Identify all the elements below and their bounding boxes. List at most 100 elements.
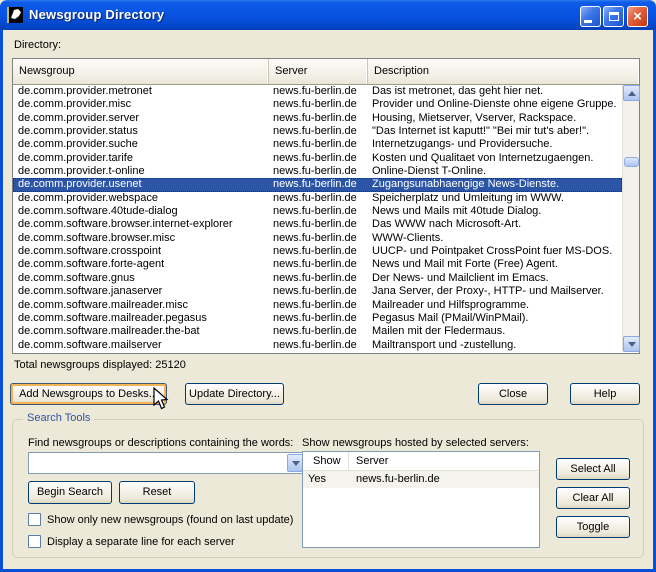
newsgroup-cell: de.comm.provider.t-online — [13, 165, 269, 178]
table-row[interactable]: de.comm.software.mailreader.pegasusnews.… — [13, 312, 622, 325]
description-cell: Pegasus Mail (PMail/WinPMail). — [368, 312, 622, 325]
maximize-button[interactable] — [603, 6, 624, 27]
scrollbar-thumb[interactable] — [624, 157, 639, 167]
server-rows: Yesnews.fu-berlin.de — [303, 471, 539, 488]
maximize-icon — [609, 12, 619, 21]
hosted-servers-label: Show newsgroups hosted by selected serve… — [302, 437, 529, 449]
newsgroup-cell: de.comm.provider.webspace — [13, 192, 269, 205]
help-button[interactable]: Help — [570, 383, 640, 405]
table-row[interactable]: de.comm.software.janaservernews.fu-berli… — [13, 285, 622, 298]
toggle-button[interactable]: Toggle — [556, 516, 630, 538]
table-row[interactable]: de.comm.provider.usenetnews.fu-berlin.de… — [13, 178, 622, 191]
search-words-combobox[interactable] — [28, 452, 306, 474]
table-row[interactable]: de.comm.provider.miscnews.fu-berlin.dePr… — [13, 98, 622, 111]
server-cell: news.fu-berlin.de — [269, 299, 368, 312]
description-cell: Online-Dienst T-Online. — [368, 165, 622, 178]
show-new-newsgroups-checkbox[interactable] — [28, 513, 41, 526]
show-new-newsgroups-label: Show only new newsgroups (found on last … — [47, 514, 293, 526]
table-row[interactable]: de.comm.provider.statusnews.fu-berlin.de… — [13, 125, 622, 138]
close-dialog-button[interactable]: Close — [478, 383, 548, 405]
server-cell: news.fu-berlin.de — [269, 312, 368, 325]
table-header: Newsgroup Server Description — [13, 59, 639, 85]
select-all-button[interactable]: Select All — [556, 458, 630, 480]
table-row[interactable]: de.comm.software.crosspointnews.fu-berli… — [13, 245, 622, 258]
newsgroup-cell: de.comm.software.mailreader.the-bat — [13, 325, 269, 338]
table-row[interactable]: de.comm.provider.tarifenews.fu-berlin.de… — [13, 152, 622, 165]
newsgroup-cell: de.comm.software.mailserver — [13, 339, 269, 352]
find-words-label: Find newsgroups or descriptions containi… — [28, 437, 293, 449]
table-row[interactable]: de.comm.software.mailservernews.fu-berli… — [13, 339, 622, 352]
server-cell: news.fu-berlin.de — [269, 125, 368, 138]
description-cell: Mailreader und Hilfsprogramme. — [368, 299, 622, 312]
titlebar[interactable]: Newsgroup Directory × — [0, 0, 656, 30]
column-header-server[interactable]: Server — [269, 59, 368, 84]
table-row[interactable]: de.comm.software.browser.miscnews.fu-ber… — [13, 232, 622, 245]
server-list[interactable]: Show Server Yesnews.fu-berlin.de — [302, 451, 540, 548]
scroll-down-button[interactable] — [623, 336, 640, 352]
table-row[interactable]: de.comm.software.40tude-dialognews.fu-be… — [13, 205, 622, 218]
scroll-up-icon — [628, 91, 636, 96]
newsgroup-cell: de.comm.provider.suche — [13, 138, 269, 151]
newsgroup-cell: de.comm.software.mailreader.pegasus — [13, 312, 269, 325]
minimize-button[interactable] — [580, 6, 601, 27]
newsgroup-cell: de.comm.software.janaserver — [13, 285, 269, 298]
scroll-down-icon — [628, 342, 636, 347]
newsgroup-cell: de.comm.software.crosspoint — [13, 245, 269, 258]
server-row[interactable]: Yesnews.fu-berlin.de — [303, 471, 539, 488]
scroll-up-button[interactable] — [623, 85, 640, 101]
reset-button[interactable]: Reset — [119, 481, 195, 504]
total-newsgroups-label: Total newsgroups displayed: 25120 — [14, 359, 186, 371]
clear-all-button[interactable]: Clear All — [556, 487, 630, 509]
newsgroup-cell: de.comm.software.forte-agent — [13, 258, 269, 271]
server-cell: news.fu-berlin.de — [269, 98, 368, 111]
table-row[interactable]: de.comm.provider.t-onlinenews.fu-berlin.… — [13, 165, 622, 178]
server-cell: news.fu-berlin.de — [269, 112, 368, 125]
update-directory-button[interactable]: Update Directory... — [185, 383, 284, 405]
newsgroup-cell: de.comm.provider.server — [13, 112, 269, 125]
column-header-description[interactable]: Description — [368, 59, 639, 84]
description-cell: News und Mails mit 40tude Dialog. — [368, 205, 622, 218]
server-cell: news.fu-berlin.de — [269, 272, 368, 285]
table-row[interactable]: de.comm.software.mailreader.the-batnews.… — [13, 325, 622, 338]
vertical-scrollbar[interactable] — [622, 85, 639, 352]
add-newsgroups-button[interactable]: Add Newsgroups to Desks... — [10, 383, 167, 405]
newsgroup-cell: de.comm.provider.usenet — [13, 178, 269, 191]
server-cell: news.fu-berlin.de — [269, 245, 368, 258]
description-cell: UUCP- und Pointpaket CrossPoint fuer MS-… — [368, 245, 622, 258]
table-row[interactable]: de.comm.software.mailreader.miscnews.fu-… — [13, 299, 622, 312]
description-cell: Internetzugangs- und Providersuche. — [368, 138, 622, 151]
newsgroup-cell: de.comm.software.browser.internet-explor… — [13, 218, 269, 231]
server-column-server[interactable]: Server — [349, 452, 539, 470]
server-cell: news.fu-berlin.de — [269, 218, 368, 231]
server-cell: news.fu-berlin.de — [269, 339, 368, 352]
window-title: Newsgroup Directory — [29, 7, 164, 22]
description-cell: Das ist metronet, das geht hier net. — [368, 85, 622, 98]
server-list-header: Show Server — [303, 452, 539, 471]
newsgroup-cell: de.comm.software.mailreader.misc — [13, 299, 269, 312]
newsgroup-cell: de.comm.software.browser.misc — [13, 232, 269, 245]
separate-line-checkbox[interactable] — [28, 535, 41, 548]
server-cell: news.fu-berlin.de — [269, 232, 368, 245]
newsgroup-table: Newsgroup Server Description de.comm.pro… — [12, 58, 640, 354]
newsgroup-list: de.comm.provider.metronetnews.fu-berlin.… — [13, 85, 622, 352]
table-row[interactable]: de.comm.provider.webspacenews.fu-berlin.… — [13, 192, 622, 205]
description-cell: Kosten und Qualitaet von Internetzugaeng… — [368, 152, 622, 165]
table-row[interactable]: de.comm.software.browser.internet-explor… — [13, 218, 622, 231]
newsgroup-cell: de.comm.provider.status — [13, 125, 269, 138]
begin-search-button[interactable]: Begin Search — [28, 481, 112, 504]
table-row[interactable]: de.comm.software.forte-agentnews.fu-berl… — [13, 258, 622, 271]
server-cell: news.fu-berlin.de — [269, 178, 368, 191]
description-cell: Der News- und Mailclient im Emacs. — [368, 272, 622, 285]
table-row[interactable]: de.comm.software.gnusnews.fu-berlin.deDe… — [13, 272, 622, 285]
server-column-show[interactable]: Show — [303, 452, 349, 470]
minimize-icon — [584, 20, 592, 23]
description-cell: Provider und Online-Dienste ohne eigene … — [368, 98, 622, 111]
column-header-newsgroup[interactable]: Newsgroup — [13, 59, 269, 84]
directory-label: Directory: — [14, 39, 61, 51]
server-cell: news.fu-berlin.de — [269, 165, 368, 178]
table-row[interactable]: de.comm.provider.servernews.fu-berlin.de… — [13, 112, 622, 125]
table-row[interactable]: de.comm.provider.suchenews.fu-berlin.deI… — [13, 138, 622, 151]
table-row[interactable]: de.comm.provider.metronetnews.fu-berlin.… — [13, 85, 622, 98]
close-button[interactable]: × — [627, 6, 648, 27]
server-cell: news.fu-berlin.de — [269, 285, 368, 298]
